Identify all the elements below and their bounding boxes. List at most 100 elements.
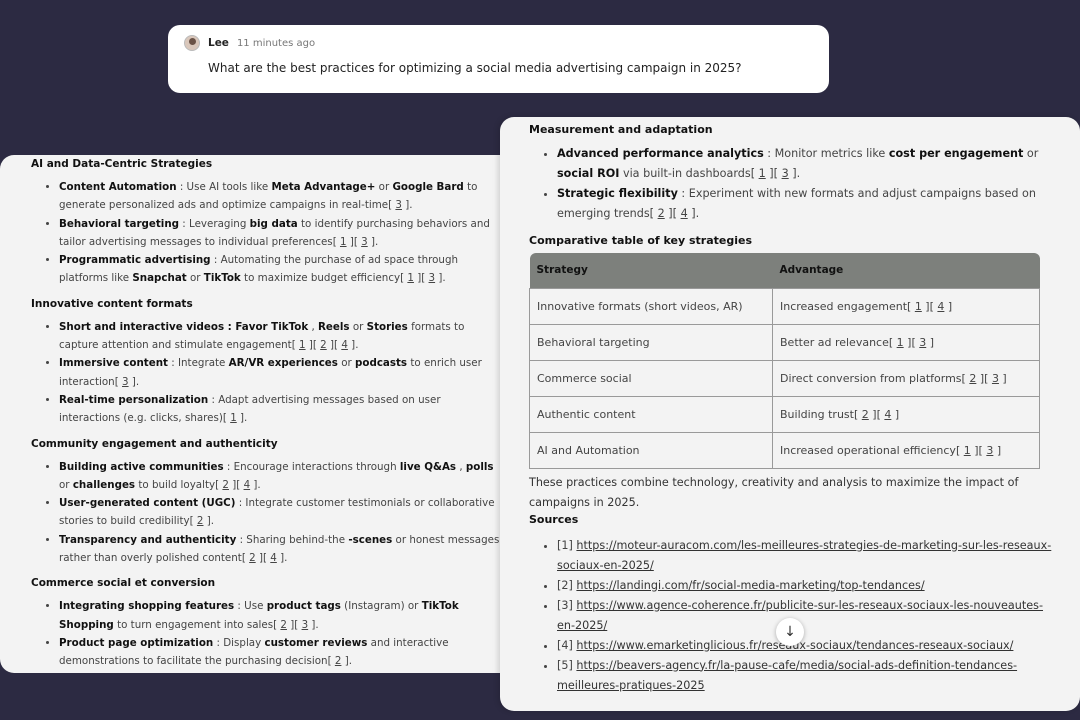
citation-link[interactable]: 2 <box>320 339 327 351</box>
bold-term: Meta Advantage+ <box>271 181 376 193</box>
list-item: User-generated content (UGC) : Integrate… <box>59 494 500 531</box>
bold-term: big data <box>249 217 298 230</box>
text-segment: . <box>409 199 413 212</box>
citation-link[interactable]: 1 <box>897 336 904 349</box>
question-header: Lee 11 minutes ago <box>184 35 813 51</box>
bold-term: Programmatic advertising <box>59 254 211 267</box>
citation-link[interactable]: 2 <box>249 552 256 564</box>
source-number[interactable]: [1] <box>557 539 576 552</box>
strategy-cell: Commerce social <box>529 359 773 397</box>
section-title: Measurement and adaptation <box>529 123 713 136</box>
citation-link[interactable]: 3 <box>122 376 129 388</box>
citation-link[interactable]: 4 <box>244 479 251 491</box>
arrow-down-icon: ↓ <box>784 624 796 640</box>
bullet-list: Building active communities : Encourage … <box>31 458 500 568</box>
citation-link[interactable]: 3 <box>782 167 789 180</box>
bold-term: cost per engagement <box>888 147 1024 160</box>
text-segment: . <box>135 375 140 388</box>
citation-link[interactable]: 2 <box>658 207 665 220</box>
citation-link[interactable]: 3 <box>302 619 309 631</box>
source-item: [4] https://www.emarketinglicious.fr/res… <box>557 636 1060 656</box>
section-title: Commerce social et conversion <box>31 577 216 590</box>
source-number[interactable]: [2] <box>557 579 576 592</box>
bold-term: -scenes <box>348 533 393 546</box>
source-link[interactable]: https://landingi.com/fr/social-media-mar… <box>576 579 924 592</box>
citation-link[interactable]: 1 <box>340 236 347 248</box>
citation-link[interactable]: 2 <box>969 372 976 385</box>
timestamp: 11 minutes ago <box>236 37 316 49</box>
citation-link[interactable]: 1 <box>299 339 306 351</box>
citation-link[interactable]: 4 <box>884 408 891 421</box>
text-segment: . <box>375 235 379 248</box>
citation-link[interactable]: 2 <box>862 408 869 421</box>
text-segment: : Display <box>213 636 265 649</box>
text-segment: . <box>315 618 319 631</box>
citation-link[interactable]: 1 <box>915 300 922 313</box>
citation-link[interactable]: 2 <box>335 655 342 667</box>
bold-term: Google Bard <box>392 181 464 193</box>
source-link[interactable]: https://moteur-auracom.com/les-meilleure… <box>557 539 1051 572</box>
citation-link[interactable]: 4 <box>681 207 688 220</box>
sources-title: Sources <box>529 512 579 526</box>
citation-link[interactable]: 4 <box>270 552 277 564</box>
strategy-cell: Innovative formats (short videos, AR) <box>529 287 773 325</box>
source-number[interactable]: [4] <box>557 639 576 652</box>
text-segment: or <box>349 320 367 333</box>
table-title: Comparative table of key strategies <box>529 234 753 247</box>
avatar[interactable] <box>184 35 200 51</box>
text-segment: . <box>695 207 700 220</box>
citation-link[interactable]: 3 <box>395 199 402 211</box>
text-segment: via built-in dashboards <box>619 167 751 180</box>
citation-link[interactable]: 3 <box>992 372 999 385</box>
citation-link[interactable]: 1 <box>407 272 414 284</box>
text-segment: or <box>1023 147 1039 160</box>
bold-term: challenges <box>72 478 136 491</box>
citation-link[interactable]: 2 <box>222 479 229 491</box>
advantage-cell: Better ad relevance[ 1 ][ 3 ] <box>772 323 1040 361</box>
sources-list: [1] https://moteur-auracom.com/les-meill… <box>529 536 1060 696</box>
text-segment: (Instagram) or <box>340 600 422 613</box>
source-number[interactable]: [5] <box>557 659 576 672</box>
bold-term: TikTok <box>203 272 241 285</box>
table-row: Authentic content Building trust[ 2 ][ 4 … <box>529 395 1040 433</box>
citation-link[interactable]: 3 <box>919 336 926 349</box>
bold-term: Advanced performance analytics <box>557 147 764 160</box>
bold-term: Real-time personalization <box>59 393 209 406</box>
section-title: AI and Data-Centric Strategies <box>31 158 213 170</box>
text-segment: or <box>59 478 73 491</box>
citation-link[interactable]: 2 <box>197 515 204 527</box>
bold-term: podcasts <box>355 357 408 370</box>
list-item: Content Automation : Use AI tools like M… <box>59 178 500 215</box>
citation-link[interactable]: 4 <box>341 339 348 351</box>
citation-link[interactable]: 1 <box>230 412 237 424</box>
list-item: Real-time personalization : Adapt advert… <box>59 391 500 428</box>
scroll-down-button[interactable]: ↓ <box>776 618 804 646</box>
text-segment: . <box>284 552 288 565</box>
user-question-card: Lee 11 minutes ago What are the best pra… <box>168 25 829 93</box>
text-segment: : Leveraging <box>179 217 250 230</box>
list-item: Programmatic advertising : Automating th… <box>59 251 500 288</box>
question-text: What are the best practices for optimizi… <box>208 61 742 75</box>
table-row: AI and Automation Increased operational e… <box>529 431 1040 469</box>
source-link[interactable]: https://beavers-agency.fr/la-pause-cafe/… <box>557 659 1017 692</box>
citation-link[interactable]: 1 <box>759 167 766 180</box>
citation-link[interactable]: 3 <box>986 444 993 457</box>
bullet-list: Advanced performance analytics : Monitor… <box>529 144 1060 224</box>
bullet-list: Short and interactive videos : Favor Tik… <box>31 318 500 428</box>
source-item: [5] https://beavers-agency.fr/la-pause-c… <box>557 656 1060 696</box>
citation-link[interactable]: 3 <box>429 272 436 284</box>
citation-link[interactable]: 3 <box>361 236 368 248</box>
text-segment: : Use AI tools like <box>176 181 272 193</box>
text-segment: : Use <box>234 600 267 613</box>
list-item: Behavioral targeting : Leveraging big da… <box>59 215 500 252</box>
citation-link[interactable]: 1 <box>964 444 971 457</box>
conclusion-text: These practices combine technology, crea… <box>529 475 1019 509</box>
list-item: Integrating shopping features : Use prod… <box>59 597 500 634</box>
list-item: Building active communities : Encourage … <box>59 458 500 495</box>
user-name: Lee <box>208 37 229 49</box>
text-segment: : Sharing behind-the <box>236 533 349 546</box>
citation-link[interactable]: 4 <box>937 300 944 313</box>
source-number[interactable]: [3] <box>557 599 576 612</box>
citation-link[interactable]: 2 <box>280 619 287 631</box>
bold-term: Snapchat <box>132 272 187 285</box>
